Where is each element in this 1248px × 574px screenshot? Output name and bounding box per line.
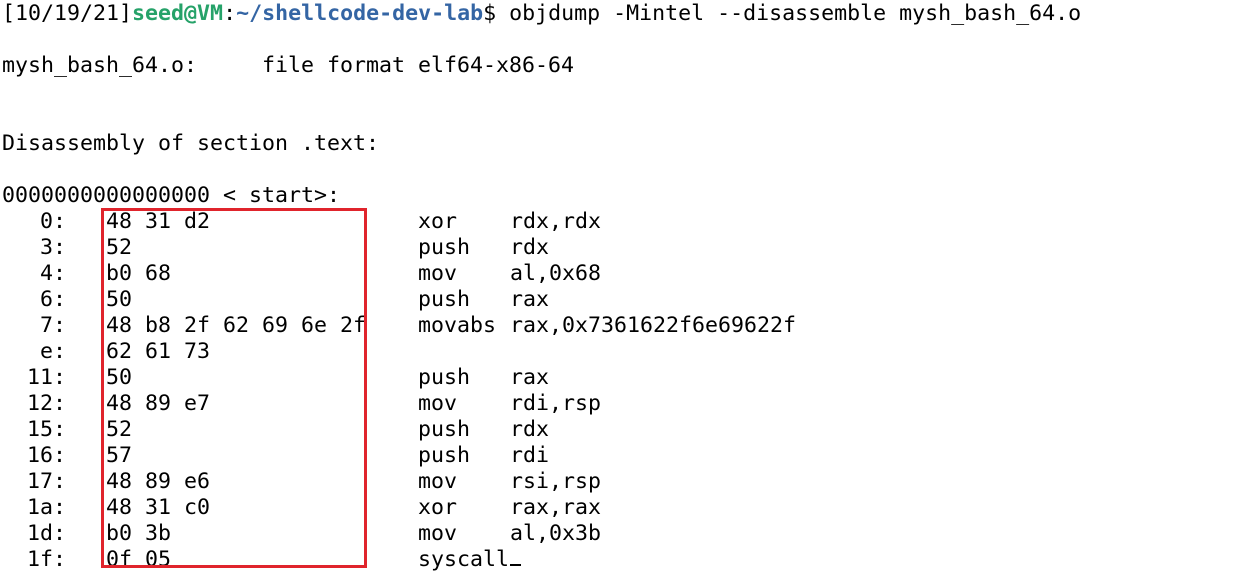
- instruction-operands: rax: [510, 365, 550, 390]
- instruction-address: 3:: [39, 235, 66, 260]
- mnemonic-text: push: [418, 235, 471, 260]
- instruction-operands: rsi,rsp: [510, 469, 602, 494]
- command-text: objdump -Mintel --disassemble mysh_bash_…: [509, 1, 1082, 26]
- prompt-bracket-open: [: [2, 1, 16, 26]
- mnemonic-text: push: [418, 365, 471, 390]
- instruction-address: 1a:: [26, 495, 66, 520]
- prompt-dollar: $: [483, 1, 510, 26]
- mnemonic-text: push: [418, 287, 471, 312]
- instruction-address: 0:: [39, 209, 66, 234]
- instruction-mnemonic: syscall: [418, 547, 522, 573]
- command-prompt-line: [10/19/21]seed@VM:~/shellcode-dev-lab$ o…: [2, 1, 1081, 27]
- terminal-window[interactable]: [10/19/21]seed@VM:~/shellcode-dev-lab$ o…: [2, 0, 1242, 574]
- instruction-operands: rdi,rsp: [510, 391, 602, 416]
- mnemonic-text: movabs: [418, 313, 497, 338]
- instruction-mnemonic: movabs: [418, 313, 496, 339]
- prompt-bracket-close: ]: [119, 1, 133, 26]
- mnemonic-text: mov: [418, 391, 458, 416]
- instruction-operands: rax: [510, 287, 550, 312]
- instruction-mnemonic: mov: [418, 469, 457, 495]
- instruction-mnemonic: push: [418, 443, 470, 469]
- bytes-highlight-box: [101, 208, 367, 568]
- mnemonic-text: push: [418, 443, 471, 468]
- instruction-address: 1f:: [26, 547, 66, 572]
- file-format-text: file format elf64-x86-64: [262, 53, 575, 78]
- prompt-user-host: seed@VM: [132, 1, 224, 26]
- instruction-address: 15:: [26, 417, 66, 442]
- file-format-line: mysh_bash_64.o: file format elf64-x86-64: [2, 53, 574, 79]
- instruction-address: 16:: [26, 443, 66, 468]
- instruction-mnemonic: xor: [418, 209, 457, 235]
- mnemonic-text: syscall: [418, 547, 510, 572]
- instruction-operands: rdx: [510, 235, 550, 260]
- instruction-address: 17:: [26, 469, 66, 494]
- instruction-mnemonic: push: [418, 287, 470, 313]
- instruction-mnemonic: push: [418, 417, 470, 443]
- prompt-path: ~/shellcode-dev-lab: [236, 1, 484, 26]
- instruction-mnemonic: mov: [418, 521, 457, 547]
- instruction-address: 7:: [39, 313, 66, 338]
- mnemonic-text: xor: [418, 209, 458, 234]
- instruction-operands: al,0x68: [510, 261, 602, 286]
- instruction-operands: al,0x3b: [510, 521, 602, 546]
- instruction-operands: rdx,rdx: [510, 209, 602, 234]
- terminal-cursor: [510, 564, 522, 566]
- mnemonic-text: xor: [418, 495, 458, 520]
- instruction-address: 12:: [26, 391, 66, 416]
- instruction-operands: rdi: [510, 443, 550, 468]
- section-header: Disassembly of section .text:: [2, 131, 380, 156]
- mnemonic-text: push: [418, 417, 471, 442]
- symbol-label: 0000000000000000 < start>:: [2, 183, 341, 208]
- instruction-operands: rax,rax: [510, 495, 602, 520]
- instruction-address: 11:: [26, 365, 66, 390]
- instruction-mnemonic: push: [418, 365, 470, 391]
- prompt-separator: :: [223, 1, 237, 26]
- instruction-mnemonic: mov: [418, 261, 457, 287]
- instruction-operands: rax,0x7361622f6e69622f: [510, 313, 797, 338]
- instruction-address: 6:: [39, 287, 66, 312]
- instruction-address: 1d:: [26, 521, 66, 546]
- prompt-date: 10/19/21: [15, 1, 120, 26]
- instruction-mnemonic: xor: [418, 495, 457, 521]
- mnemonic-text: mov: [418, 261, 458, 286]
- mnemonic-text: mov: [418, 521, 458, 546]
- instruction-mnemonic: mov: [418, 391, 457, 417]
- object-filename: mysh_bash_64.o:: [2, 53, 198, 78]
- instruction-address: e:: [39, 339, 66, 364]
- instruction-mnemonic: push: [418, 235, 470, 261]
- mnemonic-text: mov: [418, 469, 458, 494]
- instruction-operands: rdx: [510, 417, 550, 442]
- instruction-address: 4:: [39, 261, 66, 286]
